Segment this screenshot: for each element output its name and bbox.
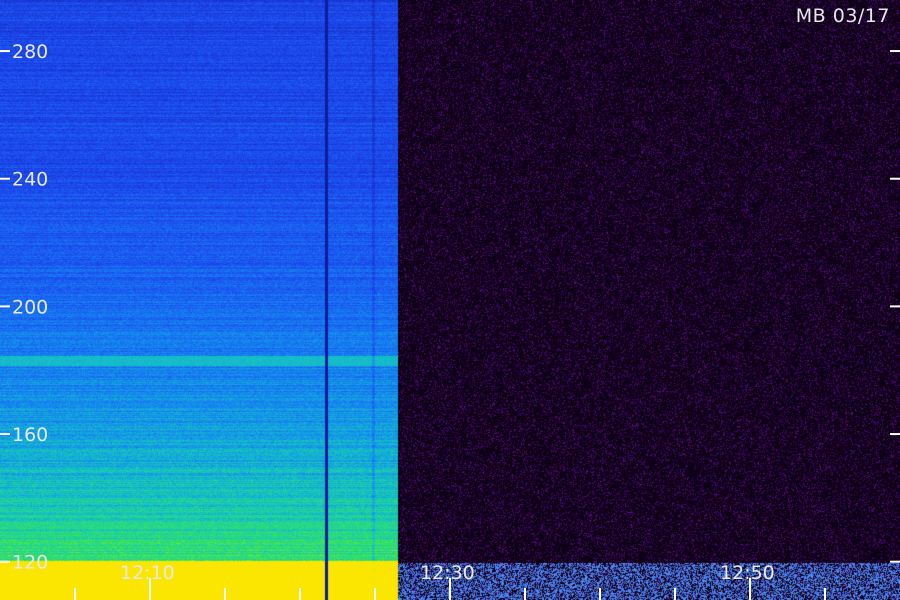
y-tick-label: 120 [12,552,48,574]
spectrogram-axes: 280 240 200 160 120 12:10 12:30 12:50 [0,41,900,600]
y-tick-label: 240 [12,169,48,191]
spectrogram-view: 280 240 200 160 120 12:10 12:30 12:50 MB 03/17 [0,0,900,600]
x-tick-label: 12:10 [120,562,175,584]
station-date-label: MB 03/17 [795,5,890,27]
y-tick-label: 160 [12,424,48,446]
x-tick-label: 12:50 [720,562,775,584]
y-tick-label: 280 [12,41,48,63]
x-tick-label: 12:30 [420,562,475,584]
y-tick-label: 200 [12,296,48,318]
